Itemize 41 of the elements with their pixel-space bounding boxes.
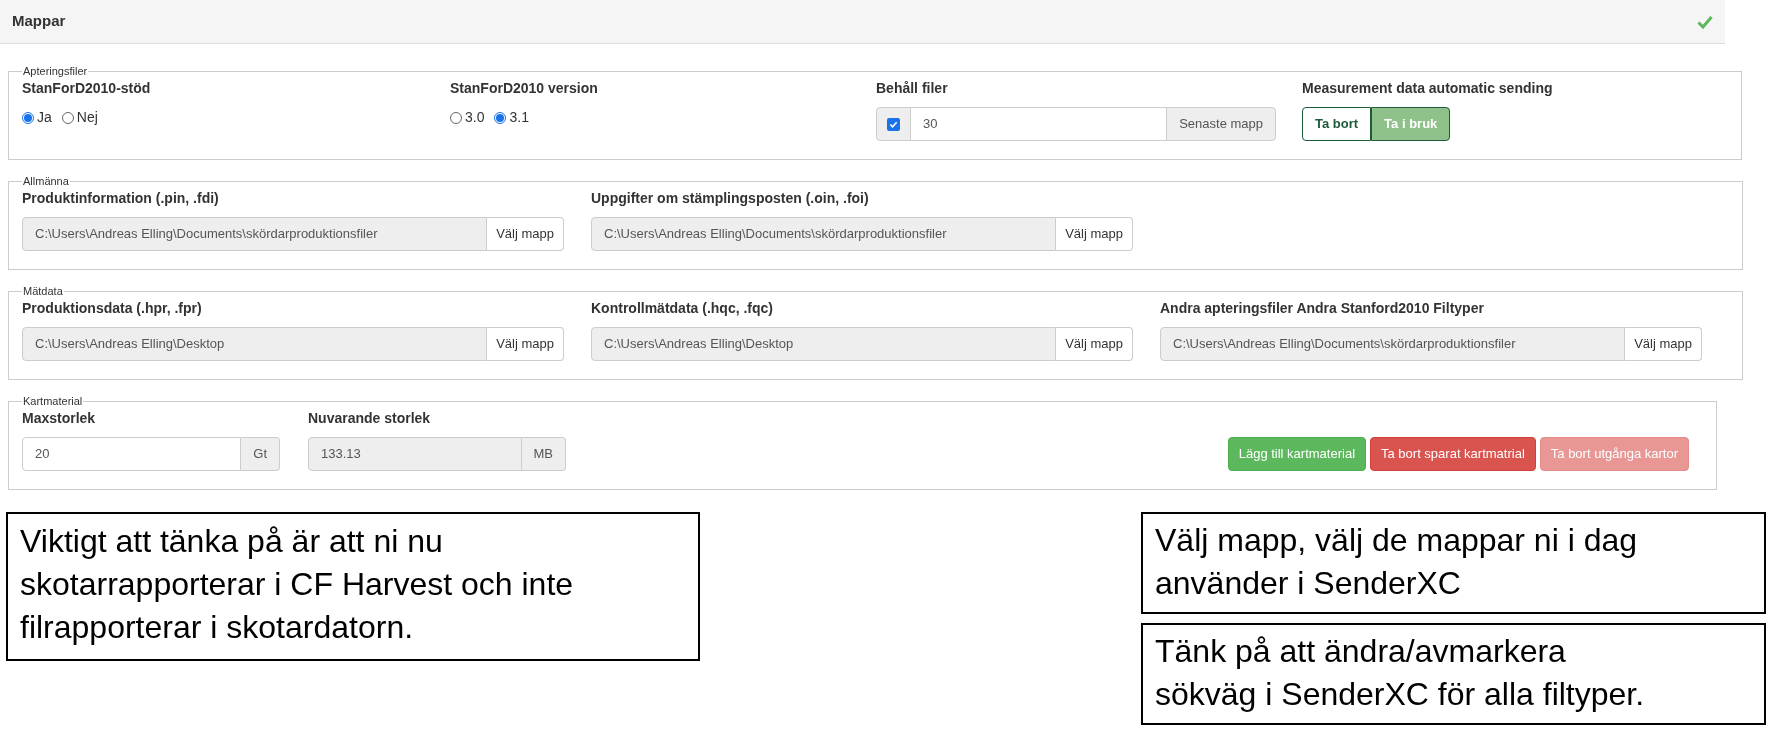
field-label: Kontrollmätdata (.hqc, .fqc) <box>591 299 773 318</box>
callout-note: Viktigt att tänka på är att ni nu skotarrapporterar i CF Harvest och inte filrapporterar i skotardatorn. <box>6 512 700 661</box>
fieldset-legend: Mätdata <box>22 284 64 298</box>
fieldset-legend: Kartmaterial <box>22 394 84 408</box>
action-button[interactable]: Ta bort sparat kartmatrial <box>1370 437 1536 471</box>
panel-title: Mappar <box>12 11 66 32</box>
choose-folder-button[interactable]: Välj mapp <box>1625 327 1702 361</box>
toggle-button[interactable]: Ta bort <box>1302 107 1372 141</box>
field-label: Uppgifter om stämplingsposten (.oin, .foi) <box>591 189 869 208</box>
field-label: Measurement data automatic sending <box>1302 79 1553 98</box>
field-label: Behåll filer <box>876 79 948 98</box>
path-field[interactable]: C:\Users\Andreas Elling\Documents\skördarproduktionsfiler <box>591 217 1057 251</box>
callout-note: Tänk på att ändra/avmarkera sökväg i SenderXC för alla filtyper. <box>1141 623 1766 725</box>
path-field[interactable]: C:\Users\Andreas Elling\Documents\skördarproduktionsfiler <box>22 217 488 251</box>
unit-label: Gt <box>241 437 280 471</box>
field-label: Produktinformation (.pin, .fdi) <box>22 189 219 208</box>
radio-option[interactable]: Ja <box>22 107 52 128</box>
path-field[interactable]: C:\Users\Andreas Elling\Desktop <box>22 327 488 361</box>
choose-folder-button[interactable]: Välj mapp <box>1056 327 1133 361</box>
fieldset-legend: Apteringsfiler <box>22 64 89 78</box>
input-field[interactable]: 20 <box>22 437 242 471</box>
unit-label: MB <box>521 437 566 471</box>
fieldset-legend: Allmänna <box>22 174 70 188</box>
field-label: Nuvarande storlek <box>308 409 431 428</box>
radio-option[interactable]: Nej <box>61 107 98 128</box>
radio-option[interactable]: 3.1 <box>494 107 529 128</box>
field-label: Andra apteringsfiler Andra Stanford2010 Filtyper <box>1160 299 1484 318</box>
choose-folder-button[interactable]: Välj mapp <box>487 327 564 361</box>
field-label: StanForD2010-stöd <box>22 79 151 98</box>
field-label: Produktionsdata (.hpr, .fpr) <box>22 299 202 318</box>
path-field[interactable]: C:\Users\Andreas Elling\Documents\skördarproduktionsfiler <box>1160 327 1626 361</box>
checkbox[interactable] <box>887 117 900 131</box>
field-label: StanForD2010 version <box>450 79 598 98</box>
choose-folder-button[interactable]: Välj mapp <box>487 217 564 251</box>
latest-folder-button[interactable]: Senaste mapp <box>1166 107 1276 141</box>
field-label: Maxstorlek <box>22 409 96 428</box>
path-field[interactable]: C:\Users\Andreas Elling\Desktop <box>591 327 1057 361</box>
radio-option[interactable]: 3.0 <box>450 107 485 128</box>
input-field[interactable]: 30 <box>911 107 1167 141</box>
callout-note: Välj mapp, välj de mappar ni i dag använder i SenderXC <box>1141 512 1766 614</box>
choose-folder-button[interactable]: Välj mapp <box>1056 217 1133 251</box>
